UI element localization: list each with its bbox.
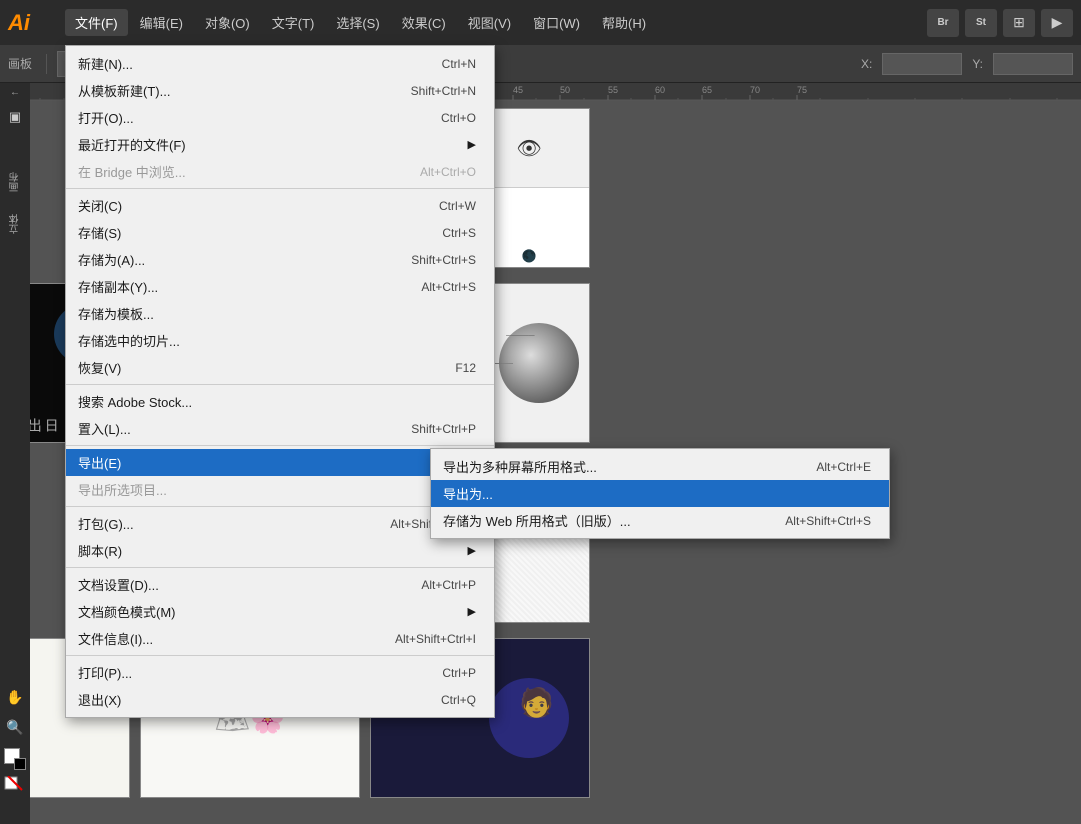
vertical-label-solid: 立体	[8, 214, 23, 234]
stock-btn[interactable]: St	[965, 9, 997, 37]
tool-zoom[interactable]: 🔍	[2, 714, 28, 740]
export-screens-item[interactable]: 导出为多种屏幕所用格式... Alt+Ctrl+E	[431, 453, 889, 480]
panel-label-toolbar: 画板	[8, 55, 32, 72]
menu-print[interactable]: 打印(P)... Ctrl+P	[66, 659, 494, 686]
menu-view[interactable]: 视图(V)	[458, 9, 521, 36]
menu-items: 文件(F) 编辑(E) 对象(O) 文字(T) 选择(S) 效果(C) 视图(V…	[65, 9, 927, 36]
export-submenu: 导出为多种屏幕所用格式... Alt+Ctrl+E 导出为... 存储为 Web…	[430, 448, 890, 539]
svg-text:75: 75	[797, 85, 807, 95]
menu-save-slices[interactable]: 存储选中的切片...	[66, 327, 494, 354]
color-swatches[interactable]	[4, 748, 26, 770]
y-label: Y:	[972, 57, 983, 71]
x-label: X:	[861, 57, 872, 71]
sep3	[66, 445, 494, 446]
sep6	[66, 655, 494, 656]
vertical-label-canvas: 画布	[8, 172, 23, 192]
menu-new-template[interactable]: 从模板新建(T)... Shift+Ctrl+N	[66, 77, 494, 104]
menu-scripts[interactable]: 脚本(R) ▶	[66, 537, 494, 564]
menu-file[interactable]: 文件(F)	[65, 9, 128, 36]
svg-text:65: 65	[702, 85, 712, 95]
menu-window[interactable]: 窗口(W)	[523, 9, 590, 36]
sep1	[66, 188, 494, 189]
fill-stroke-indicator	[4, 776, 26, 794]
menu-doc-color[interactable]: 文档颜色模式(M) ▶	[66, 598, 494, 625]
menu-open[interactable]: 打开(O)... Ctrl+O	[66, 104, 494, 131]
menu-close[interactable]: 关闭(C) Ctrl+W	[66, 192, 494, 219]
menu-doc-settings[interactable]: 文档设置(D)... Alt+Ctrl+P	[66, 571, 494, 598]
svg-text:60: 60	[655, 85, 665, 95]
menu-save-template[interactable]: 存储为模板...	[66, 300, 494, 327]
menu-text[interactable]: 文字(T)	[262, 9, 325, 36]
menu-object[interactable]: 对象(O)	[195, 9, 260, 36]
export-as-item[interactable]: 导出为...	[431, 480, 889, 507]
menu-revert[interactable]: 恢复(V) F12	[66, 354, 494, 381]
menu-effect[interactable]: 效果(C)	[392, 9, 456, 36]
file-dropdown: 新建(N)... Ctrl+N 从模板新建(T)... Shift+Ctrl+N…	[65, 45, 495, 718]
sep5	[66, 567, 494, 568]
x-input[interactable]	[882, 53, 962, 75]
menu-save[interactable]: 存储(S) Ctrl+S	[66, 219, 494, 246]
menu-quit[interactable]: 退出(X) Ctrl+Q	[66, 686, 494, 713]
tool-artboard[interactable]: ▣	[2, 104, 28, 130]
menu-save-copy[interactable]: 存储副本(Y)... Alt+Ctrl+S	[66, 273, 494, 300]
workspace-btn[interactable]: ⊞	[1003, 9, 1035, 37]
tool-hand[interactable]: ✋	[2, 684, 28, 710]
save-web-item[interactable]: 存储为 Web 所用格式（旧版）... Alt+Shift+Ctrl+S	[431, 507, 889, 534]
menu-bridge: 在 Bridge 中浏览... Alt+Ctrl+O	[66, 158, 494, 185]
share-btn[interactable]: ▶	[1041, 9, 1073, 37]
svg-text:55: 55	[608, 85, 618, 95]
svg-text:70: 70	[750, 85, 760, 95]
menu-file-info[interactable]: 文件信息(I)... Alt+Shift+Ctrl+I	[66, 625, 494, 652]
left-tools-panel: ← ▣ 画布 立体 ✋ 🔍	[0, 83, 30, 824]
svg-text:45: 45	[513, 85, 523, 95]
menu-help[interactable]: 帮助(H)	[592, 9, 656, 36]
app-logo: Ai	[8, 10, 53, 36]
svg-text:50: 50	[560, 85, 570, 95]
menubar-right: Br St ⊞ ▶	[927, 9, 1073, 37]
bridge-btn[interactable]: Br	[927, 9, 959, 37]
menu-save-as[interactable]: 存储为(A)... Shift+Ctrl+S	[66, 246, 494, 273]
menu-select[interactable]: 选择(S)	[326, 9, 389, 36]
menu-edit[interactable]: 编辑(E)	[130, 9, 193, 36]
menubar: Ai 文件(F) 编辑(E) 对象(O) 文字(T) 选择(S) 效果(C) 视…	[0, 0, 1081, 45]
panel-top-label: ←	[10, 87, 20, 98]
menu-place[interactable]: 置入(L)... Shift+Ctrl+P	[66, 415, 494, 442]
sep2	[66, 384, 494, 385]
menu-search-stock[interactable]: 搜索 Adobe Stock...	[66, 388, 494, 415]
menu-new[interactable]: 新建(N)... Ctrl+N	[66, 50, 494, 77]
menu-recent[interactable]: 最近打开的文件(F) ▶	[66, 131, 494, 158]
y-input[interactable]	[993, 53, 1073, 75]
